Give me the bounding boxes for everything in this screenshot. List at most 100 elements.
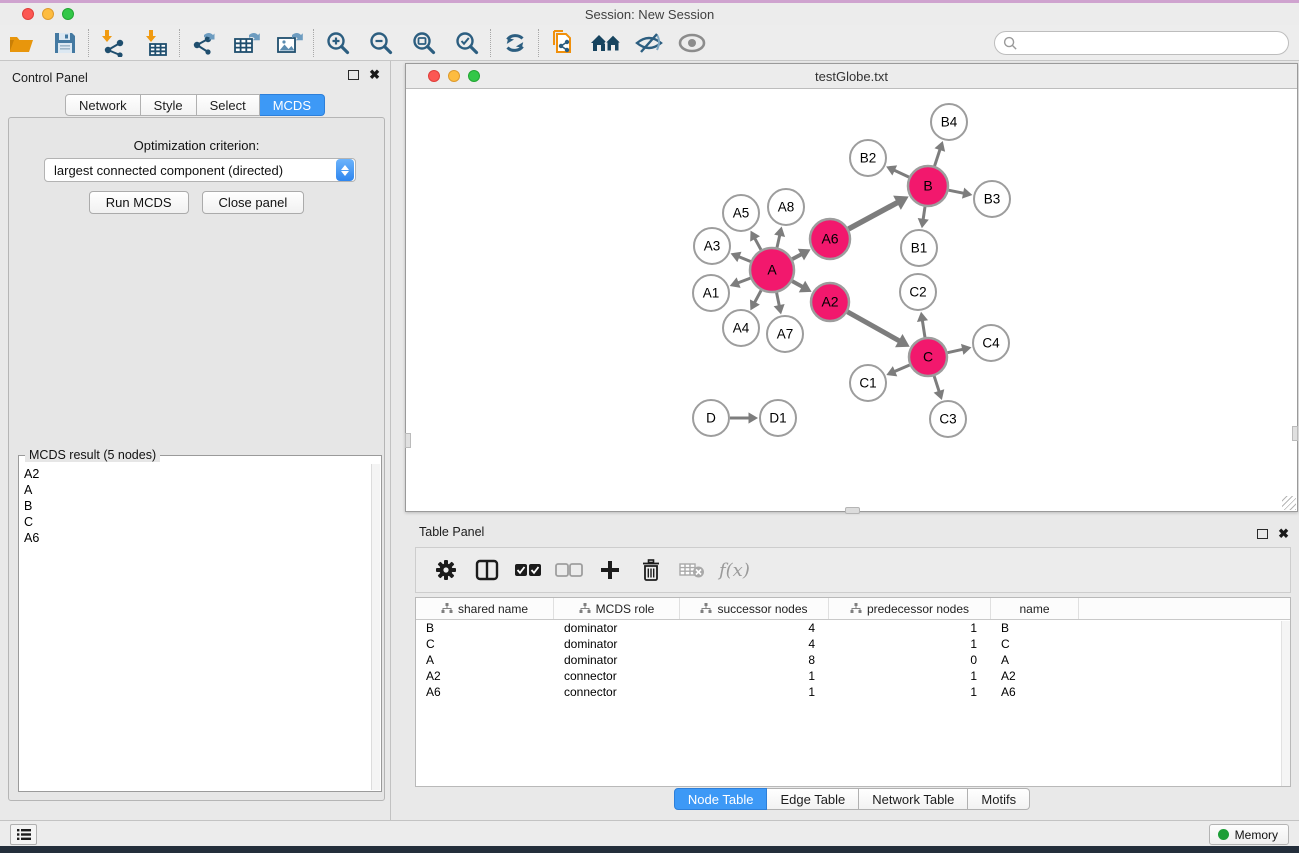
cell-successor-nodes[interactable]: 4 bbox=[680, 620, 829, 636]
memory-button[interactable]: Memory bbox=[1209, 824, 1289, 845]
close-panel-icon[interactable]: ✖ bbox=[369, 70, 380, 80]
split-grip-icon[interactable] bbox=[845, 507, 860, 514]
table-row[interactable]: Bdominator41B bbox=[416, 620, 1290, 636]
table-settings-button[interactable] bbox=[428, 552, 464, 588]
create-column-button[interactable] bbox=[592, 552, 628, 588]
mcds-result-item[interactable]: A bbox=[24, 482, 367, 498]
mcds-result-scrollbar[interactable] bbox=[371, 464, 380, 790]
float-panel-icon[interactable] bbox=[1257, 529, 1268, 539]
refresh-button[interactable] bbox=[493, 27, 536, 59]
cell-mcds-role[interactable]: dominator bbox=[554, 652, 680, 668]
cell-mcds-role[interactable]: connector bbox=[554, 684, 680, 700]
cell-name[interactable]: C bbox=[991, 636, 1079, 652]
split-grip-icon[interactable] bbox=[1292, 426, 1298, 441]
cell-predecessor-nodes[interactable]: 1 bbox=[829, 684, 991, 700]
cell-mcds-role[interactable]: dominator bbox=[554, 620, 680, 636]
search-input[interactable] bbox=[994, 31, 1289, 55]
cell-shared-name[interactable]: A2 bbox=[416, 668, 554, 684]
column-header-predecessor-nodes[interactable]: predecessor nodes bbox=[829, 598, 991, 619]
cell-name[interactable]: A6 bbox=[991, 684, 1079, 700]
network-from-selection-button[interactable] bbox=[541, 27, 584, 59]
import-network-button[interactable] bbox=[91, 27, 134, 59]
cell-mcds-role[interactable]: dominator bbox=[554, 636, 680, 652]
cell-mcds-role[interactable]: connector bbox=[554, 668, 680, 684]
houses-icon bbox=[590, 31, 622, 55]
mcds-result-item[interactable]: C bbox=[24, 514, 367, 530]
float-panel-icon[interactable] bbox=[348, 70, 359, 80]
table-row[interactable]: Cdominator41C bbox=[416, 636, 1290, 652]
close-panel-icon[interactable]: ✖ bbox=[1278, 529, 1289, 539]
network-canvas[interactable]: B4B2BB3A5A8A6A3AB1A1C2A2A4A7C4CC1C3DD1 bbox=[406, 89, 1297, 511]
edge-B-B4[interactable] bbox=[935, 147, 941, 166]
zoom-in-button[interactable] bbox=[316, 27, 359, 59]
show-panels-button[interactable] bbox=[10, 824, 37, 845]
cell-name[interactable]: B bbox=[991, 620, 1079, 636]
hide-graphics-details-button[interactable] bbox=[627, 27, 670, 59]
tab-motifs[interactable]: Motifs bbox=[968, 788, 1030, 810]
mcds-result-item[interactable]: B bbox=[24, 498, 367, 514]
open-session-button[interactable] bbox=[0, 27, 43, 59]
tab-select[interactable]: Select bbox=[197, 94, 260, 116]
export-network-button[interactable] bbox=[182, 27, 225, 59]
cell-successor-nodes[interactable]: 1 bbox=[680, 668, 829, 684]
export-image-button[interactable] bbox=[268, 27, 311, 59]
node-label-A8: A8 bbox=[778, 200, 795, 215]
run-mcds-button[interactable]: Run MCDS bbox=[89, 191, 189, 214]
cell-shared-name[interactable]: C bbox=[416, 636, 554, 652]
tab-mcds[interactable]: MCDS bbox=[260, 94, 325, 116]
edge-A6-B[interactable] bbox=[848, 201, 900, 229]
delete-table-button[interactable] bbox=[674, 552, 710, 588]
tab-edge-table[interactable]: Edge Table bbox=[767, 788, 859, 810]
column-header-name[interactable]: name bbox=[991, 598, 1079, 619]
cell-predecessor-nodes[interactable]: 1 bbox=[829, 636, 991, 652]
cell-shared-name[interactable]: A6 bbox=[416, 684, 554, 700]
memory-label: Memory bbox=[1235, 828, 1278, 842]
cell-shared-name[interactable]: A bbox=[416, 652, 554, 668]
table-row[interactable]: A2connector11A2 bbox=[416, 668, 1290, 684]
show-column-panel-button[interactable] bbox=[469, 552, 505, 588]
save-session-button[interactable] bbox=[43, 27, 86, 59]
tab-network[interactable]: Network bbox=[65, 94, 141, 116]
resize-grip-icon[interactable] bbox=[1282, 496, 1296, 510]
import-table-button[interactable] bbox=[134, 27, 177, 59]
mcds-result-item[interactable]: A2 bbox=[24, 466, 367, 482]
cell-name[interactable]: A2 bbox=[991, 668, 1079, 684]
column-header-mcds-role[interactable]: MCDS role bbox=[554, 598, 680, 619]
column-header-shared-name[interactable]: shared name bbox=[416, 598, 554, 619]
delete-column-button[interactable] bbox=[633, 552, 669, 588]
split-grip-icon[interactable] bbox=[405, 433, 411, 448]
network-from-selection-icon bbox=[550, 29, 576, 57]
select-all-button[interactable] bbox=[510, 552, 546, 588]
column-header-successor-nodes[interactable]: successor nodes bbox=[680, 598, 829, 619]
zoom-out-button[interactable] bbox=[359, 27, 402, 59]
deselect-all-button[interactable] bbox=[551, 552, 587, 588]
cell-predecessor-nodes[interactable]: 0 bbox=[829, 652, 991, 668]
cell-successor-nodes[interactable]: 4 bbox=[680, 636, 829, 652]
tab-style[interactable]: Style bbox=[141, 94, 197, 116]
optimization-criterion-label: Optimization criterion: bbox=[9, 138, 384, 153]
cell-predecessor-nodes[interactable]: 1 bbox=[829, 620, 991, 636]
edge-A2-C[interactable] bbox=[847, 312, 902, 343]
tab-node-table[interactable]: Node Table bbox=[674, 788, 768, 810]
table-row[interactable]: A6connector11A6 bbox=[416, 684, 1290, 700]
cell-name[interactable]: A bbox=[991, 652, 1079, 668]
tab-network-table[interactable]: Network Table bbox=[859, 788, 968, 810]
function-builder-button[interactable]: f(x) bbox=[719, 560, 750, 581]
houses-button[interactable] bbox=[584, 27, 627, 59]
zoom-fit-button[interactable] bbox=[402, 27, 445, 59]
refresh-icon bbox=[502, 30, 528, 56]
show-graphics-details-button[interactable] bbox=[670, 27, 713, 59]
cell-successor-nodes[interactable]: 8 bbox=[680, 652, 829, 668]
table-scrollbar[interactable] bbox=[1281, 621, 1290, 786]
mcds-result-item[interactable]: A6 bbox=[24, 530, 367, 546]
optimization-criterion-select[interactable]: largest connected component (directed) bbox=[44, 158, 356, 182]
zoom-selected-button[interactable] bbox=[445, 27, 488, 59]
export-table-button[interactable] bbox=[225, 27, 268, 59]
network-window-titlebar[interactable]: testGlobe.txt bbox=[406, 64, 1297, 89]
table-row[interactable]: Adominator80A bbox=[416, 652, 1290, 668]
edge-C-C2[interactable] bbox=[922, 318, 925, 337]
close-panel-button[interactable]: Close panel bbox=[202, 191, 305, 214]
cell-shared-name[interactable]: B bbox=[416, 620, 554, 636]
cell-predecessor-nodes[interactable]: 1 bbox=[829, 668, 991, 684]
cell-successor-nodes[interactable]: 1 bbox=[680, 684, 829, 700]
